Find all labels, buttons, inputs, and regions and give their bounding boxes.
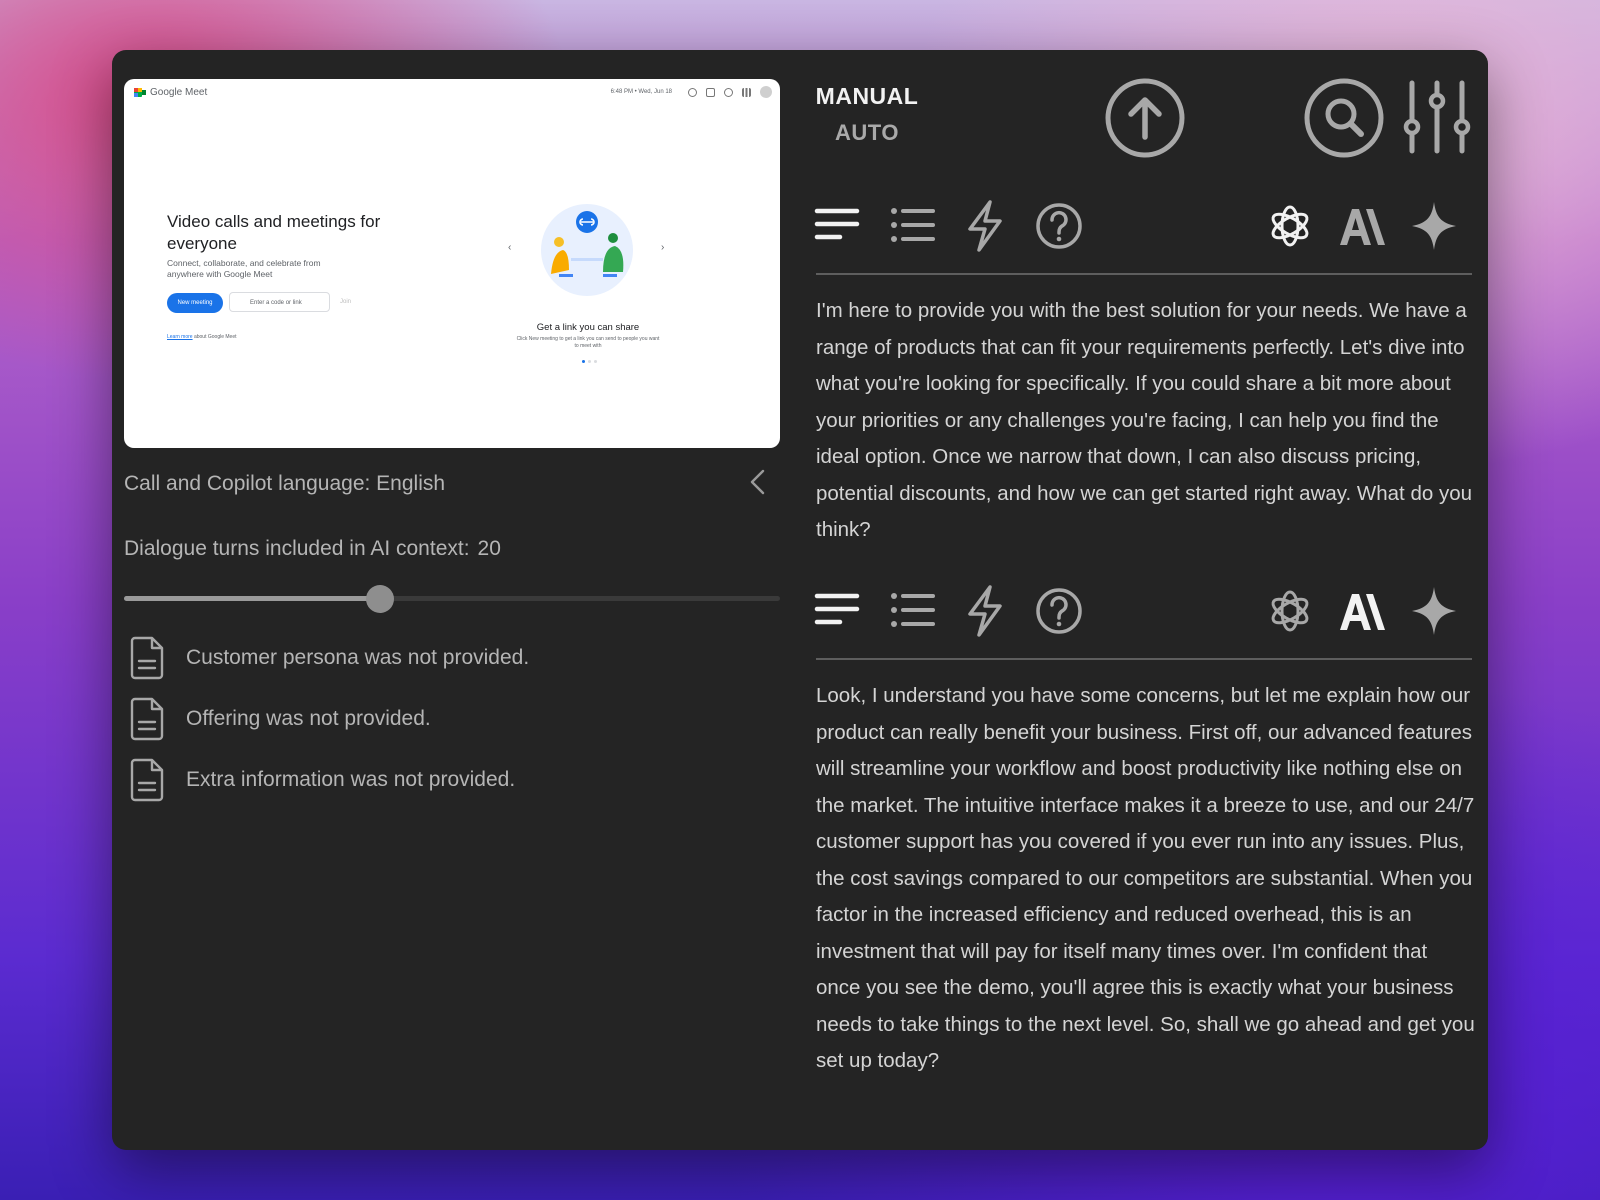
- google-meet-logo: Google Meet: [134, 87, 207, 98]
- openai-model-icon[interactable]: [1265, 199, 1315, 253]
- gemini-sparkle-icon[interactable]: [1409, 199, 1459, 253]
- chevron-left-icon: ‹: [508, 242, 512, 253]
- gemini-sparkle-icon[interactable]: [1409, 584, 1459, 638]
- meet-app-name: Google Meet: [150, 87, 208, 98]
- apps-grid-icon: [742, 87, 751, 97]
- feedback-icon: [706, 87, 715, 97]
- question-icon[interactable]: [1034, 584, 1084, 638]
- response-text-1: I'm here to provide you with the best so…: [816, 299, 1472, 541]
- info-item-customer-persona: Customer persona was not provided.: [128, 635, 529, 681]
- search-icon[interactable]: [1303, 77, 1385, 159]
- info-item-label: Extra information was not provided.: [186, 768, 516, 791]
- meet-caption-detail: Click New meeting to get a link you can …: [516, 336, 660, 349]
- context-turns-value: 20: [477, 537, 501, 560]
- gear-icon: [724, 87, 733, 97]
- question-icon[interactable]: [1034, 199, 1084, 253]
- chevron-right-icon: ›: [661, 242, 665, 253]
- anthropic-model-icon[interactable]: [1337, 199, 1387, 253]
- context-turns-label: Dialogue turns included in AI context: 20: [124, 537, 501, 561]
- info-item-label: Offering was not provided.: [186, 707, 431, 730]
- anthropic-model-icon[interactable]: [1337, 584, 1387, 638]
- lightning-icon[interactable]: [960, 199, 1010, 253]
- paragraph-icon[interactable]: [812, 584, 862, 638]
- info-item-label: Customer persona was not provided.: [186, 646, 530, 669]
- meet-logo-icon: [134, 88, 146, 97]
- document-icon: [130, 636, 164, 680]
- meet-caption: Get a link you can share: [536, 322, 640, 333]
- response-toolbar-2: [812, 584, 1468, 638]
- language-row[interactable]: Call and Copilot language: English: [124, 468, 780, 498]
- language-label: Call and Copilot language: English: [124, 472, 446, 495]
- help-icon: [688, 87, 697, 97]
- upload-arrow-icon[interactable]: [1104, 77, 1186, 159]
- mode-toggle[interactable]: MANUAL AUTO: [812, 83, 922, 146]
- slider-thumb[interactable]: [365, 585, 394, 613]
- new-meeting-button: New meeting: [167, 293, 223, 313]
- mode-auto[interactable]: AUTO: [812, 120, 922, 146]
- meet-hero-title: Video calls and meetings for everyone: [167, 212, 381, 253]
- collapse-chevron-icon[interactable]: [746, 468, 770, 496]
- context-turns-text: Dialogue turns included in AI context:: [124, 537, 470, 560]
- bullet-list-icon[interactable]: [887, 199, 937, 253]
- join-link: Join: [340, 299, 352, 305]
- meet-clock: 6:48 PM • Wed, Jun 18: [610, 89, 672, 95]
- lightning-icon[interactable]: [960, 584, 1010, 638]
- info-item-offering: Offering was not provided.: [128, 696, 431, 742]
- learn-more-text: Learn more about Google Meet: [167, 334, 237, 340]
- mode-manual[interactable]: MANUAL: [812, 83, 922, 110]
- paragraph-icon[interactable]: [812, 199, 862, 253]
- response-toolbar-1: [812, 199, 1468, 253]
- learn-more-link: Learn more: [167, 334, 193, 340]
- openai-model-icon[interactable]: [1265, 584, 1315, 638]
- slider-fill: [124, 596, 380, 601]
- meeting-illustration-icon: [541, 204, 633, 296]
- document-icon: [130, 758, 164, 802]
- meeting-code-input: Enter a code or link: [229, 292, 330, 312]
- toolbar-divider: [816, 273, 1472, 275]
- toolbar-divider: [816, 658, 1472, 660]
- document-icon: [130, 697, 164, 741]
- info-item-extra-information: Extra information was not provided.: [128, 757, 515, 803]
- sliders-settings-icon[interactable]: [1402, 79, 1472, 155]
- screen-share-preview[interactable]: Google Meet 6:48 PM • Wed, Jun 18 Video …: [124, 79, 780, 448]
- meet-header-icons: [688, 86, 772, 98]
- bullet-list-icon[interactable]: [887, 584, 937, 638]
- carousel-dots: [582, 360, 597, 363]
- learn-more-rest: about Google Meet: [193, 334, 237, 340]
- meet-hero-subtitle: Connect, collaborate, and celebrate from…: [167, 258, 321, 279]
- avatar: [760, 86, 772, 98]
- response-text-2: Look, I understand you have some concern…: [816, 684, 1475, 1072]
- context-turns-slider[interactable]: [124, 584, 780, 614]
- copilot-window: Google Meet 6:48 PM • Wed, Jun 18 Video …: [112, 50, 1488, 1150]
